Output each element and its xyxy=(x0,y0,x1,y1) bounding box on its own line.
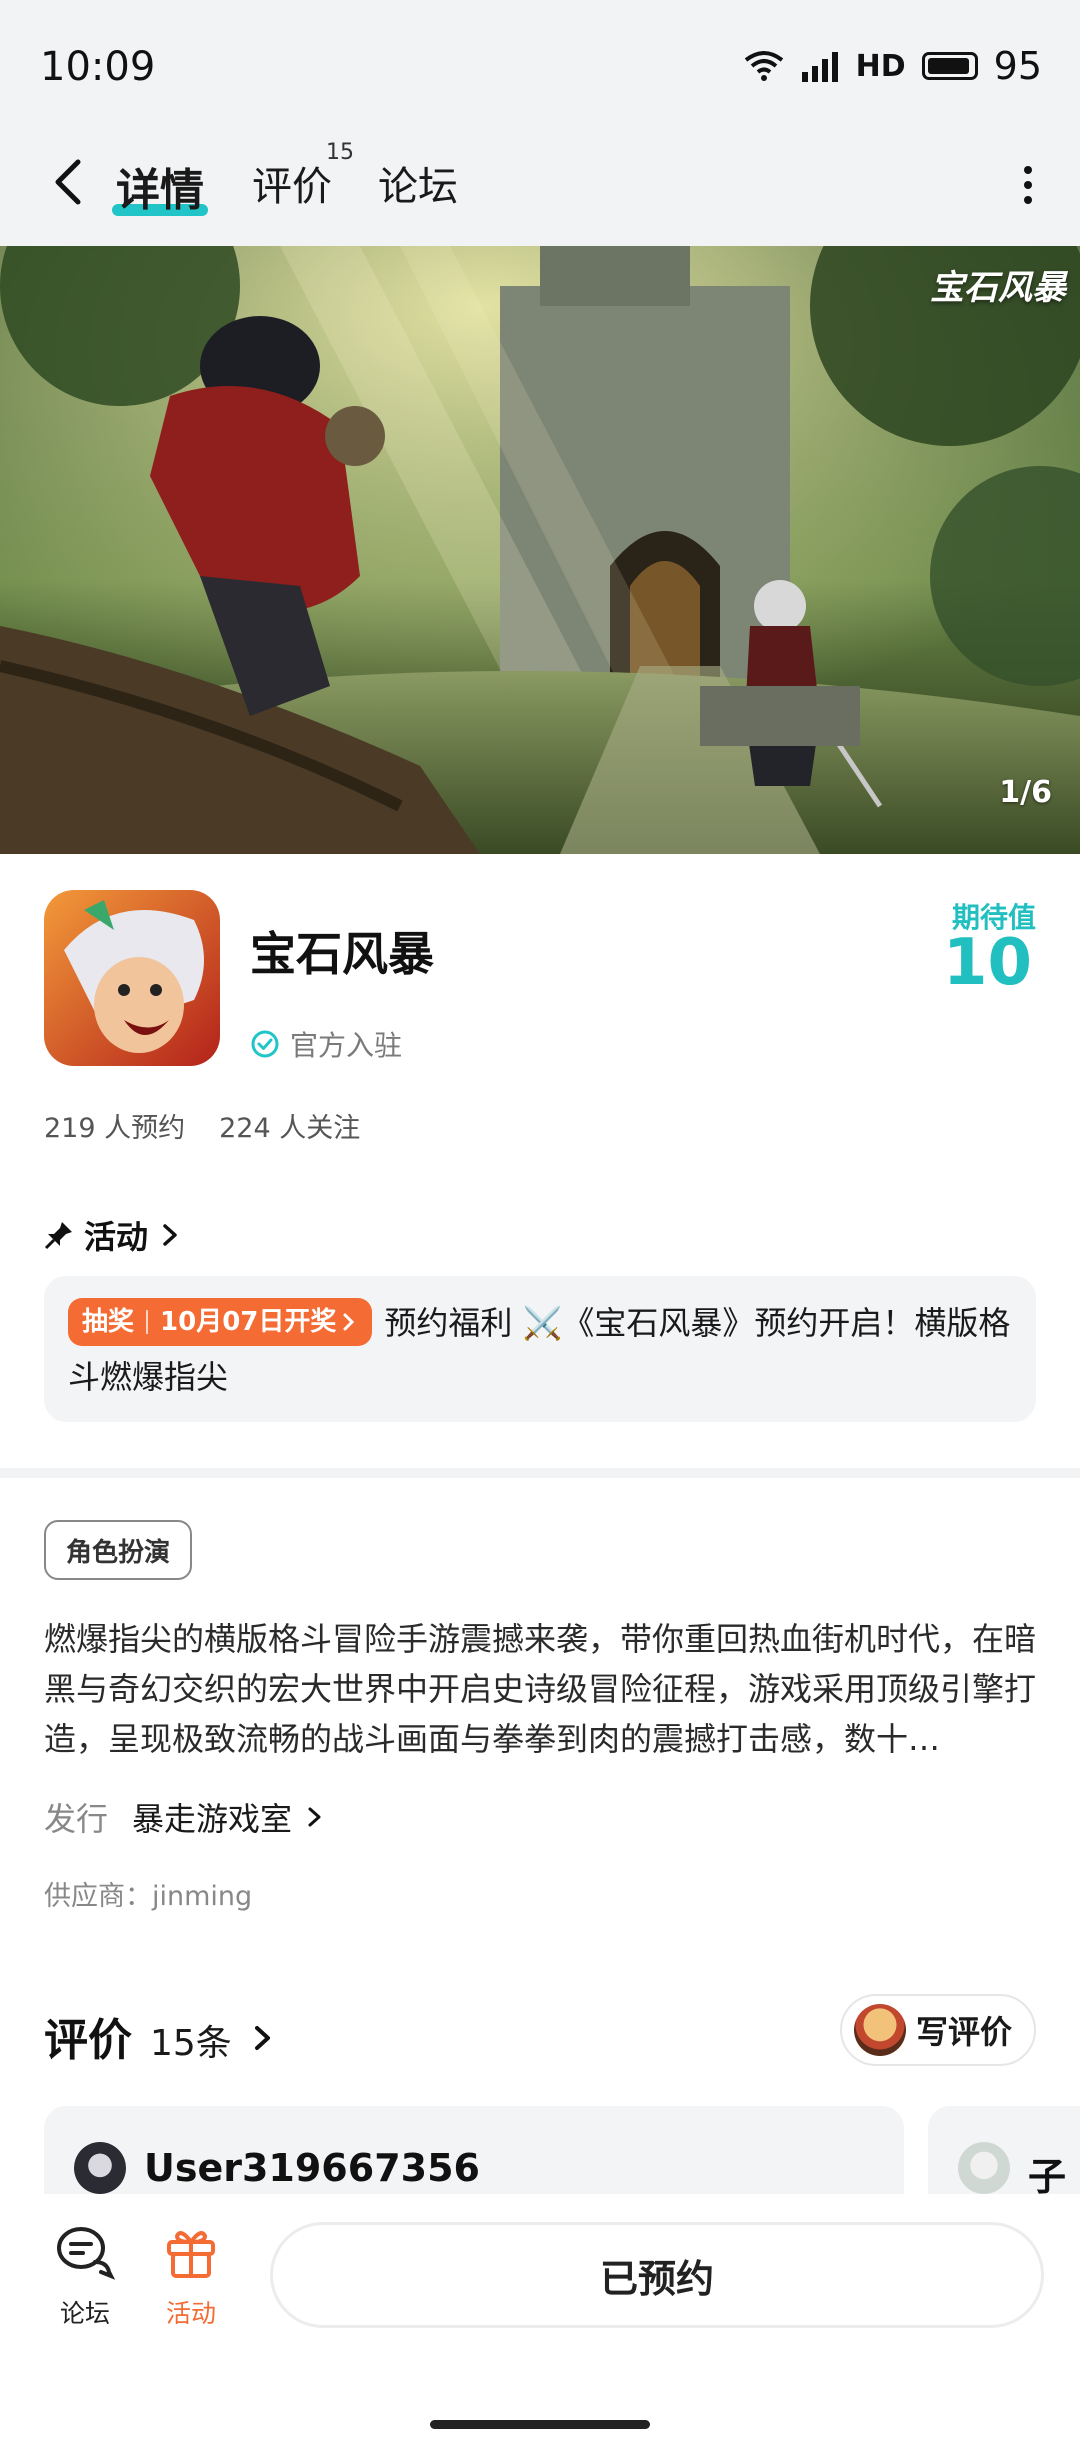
chevron-right-icon xyxy=(308,1807,321,1827)
bottom-activity-label: 活动 xyxy=(165,2299,216,2328)
reviewer-avatar xyxy=(74,2142,126,2194)
tab-details[interactable]: 详情 xyxy=(112,154,208,218)
lottery-tag-type: 抽奖 xyxy=(82,1307,135,1337)
tab-forum[interactable]: 论坛 xyxy=(378,154,458,212)
tab-reviews-count: 15 xyxy=(326,140,354,165)
chevron-right-icon xyxy=(343,1313,355,1331)
back-icon[interactable] xyxy=(40,152,100,212)
reserved-button[interactable]: 已预约 xyxy=(270,2222,1044,2328)
reviews-title: 评价 xyxy=(44,2015,132,2066)
lottery-tag[interactable]: 抽奖 10月07日开奖 xyxy=(68,1298,373,1346)
supplier-info: 供应商：jinming xyxy=(44,1881,253,1912)
network-label: HD xyxy=(855,48,906,84)
pin-icon xyxy=(44,1222,72,1250)
nav-bar: 详情 评价 15 论坛 xyxy=(0,130,1080,246)
bottom-activity-button[interactable]: 活动 xyxy=(146,2224,236,2330)
signal-icon xyxy=(801,52,838,82)
reviews-header[interactable]: 评价 15条 xyxy=(44,2004,276,2068)
section-divider xyxy=(0,1468,1080,1478)
reviewer-avatar xyxy=(958,2142,1010,2194)
lottery-tag-date: 10月07日开奖 xyxy=(160,1307,337,1337)
wifi-icon xyxy=(744,51,783,81)
official-label: 官方入驻 xyxy=(290,1029,403,1062)
write-review-button[interactable]: 写评价 xyxy=(839,1994,1036,2066)
status-icons: HD 95 xyxy=(744,44,1042,88)
bottom-forum-label: 论坛 xyxy=(59,2299,110,2328)
activity-header[interactable]: 活动 xyxy=(44,1212,182,1258)
battery-icon xyxy=(921,52,978,80)
user-avatar xyxy=(853,2004,906,2056)
more-icon[interactable] xyxy=(1020,160,1036,210)
gift-icon xyxy=(167,2231,215,2278)
publisher-name: 暴走游戏室 xyxy=(132,1800,293,1838)
hero-logo: 宝石风暴 xyxy=(930,268,1066,308)
status-time: 10:09 xyxy=(40,44,156,90)
activity-card[interactable]: 抽奖 10月07日开奖 预约福利 ⚔️《宝石风暴》预约开启！横版格斗燃爆指尖 xyxy=(44,1276,1036,1422)
status-bar: 10:09 HD 95 xyxy=(0,0,1080,130)
publisher-row[interactable]: 发行 暴走游戏室 xyxy=(44,1794,326,1840)
forum-chat-icon xyxy=(57,2227,116,2280)
reviews-count: 15条 xyxy=(150,2023,232,2064)
hero-banner[interactable]: 宝石风暴 1/6 xyxy=(0,246,1080,854)
tab-details-label: 详情 xyxy=(116,165,204,216)
reservation-count: 219 人预约 xyxy=(44,1113,186,1144)
home-indicator[interactable] xyxy=(430,2420,650,2429)
game-title: 宝石风暴 xyxy=(250,927,434,981)
write-review-label: 写评价 xyxy=(915,2013,1012,2051)
bottom-forum-button[interactable]: 论坛 xyxy=(40,2224,130,2330)
tab-reviews[interactable]: 评价 15 xyxy=(252,140,354,212)
verified-check-icon xyxy=(251,1030,279,1058)
game-stats: 219 人预约 224 人关注 xyxy=(44,1106,360,1145)
hero-illustration xyxy=(0,246,1080,854)
official-badge: 官方入驻 xyxy=(250,1024,402,1064)
tab-forum-label: 论坛 xyxy=(378,164,458,210)
expect-value: 10 xyxy=(942,926,1032,1000)
activity-header-label: 活动 xyxy=(84,1218,149,1256)
genre-tag[interactable]: 角色扮演 xyxy=(44,1520,193,1580)
follower-count: 224 人关注 xyxy=(219,1113,361,1144)
battery-level: 95 xyxy=(993,44,1042,88)
reviewer-name: User319667356 xyxy=(144,2146,480,2190)
game-app-icon xyxy=(44,890,220,1066)
chevron-right-icon xyxy=(254,2026,270,2050)
hero-page-counter: 1/6 xyxy=(999,775,1052,810)
reviewer-name: 子 xyxy=(1028,2155,1067,2199)
chevron-right-icon xyxy=(163,1224,177,1246)
tab-reviews-label: 评价 xyxy=(252,164,332,210)
publisher-label: 发行 xyxy=(44,1800,109,1838)
game-description[interactable]: 燃爆指尖的横版格斗冒险手游震撼来袭，带你重回热血街机时代，在暗黑与奇幻交织的宏大… xyxy=(44,1614,1036,1764)
